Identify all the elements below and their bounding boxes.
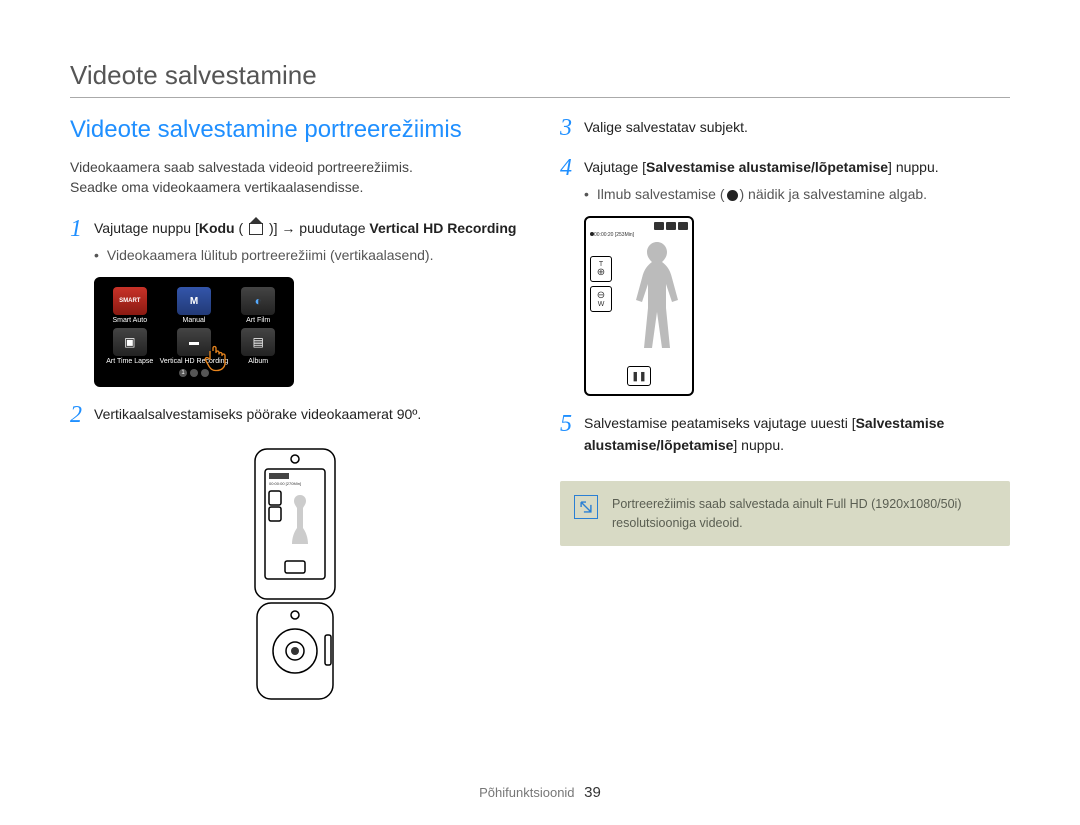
page-indicator: 1 [102, 369, 286, 377]
step4-bold: Salvestamise alustamise/lõpetamise [646, 159, 888, 175]
intro-line-2: Seadke oma videokaamera vertikaalasendis… [70, 179, 363, 195]
step-4: 4 Vajutage [Salvestamise alustamise/lõpe… [560, 156, 1010, 180]
person-silhouette [632, 238, 682, 358]
app-manual: Manual [160, 287, 229, 324]
intro-text: Videokaamera saab salvestada videoid por… [70, 158, 520, 197]
app-album: Album [230, 328, 286, 365]
title-divider [70, 97, 1010, 98]
bullet-icon: • [94, 247, 99, 263]
page-dot-2 [190, 369, 198, 377]
footer-label: Põhifunktsioonid [479, 785, 574, 800]
step-4-bullet: • Ilmub salvestamise ( ) näidik ja salves… [584, 186, 1010, 202]
step1-vhd: Vertical HD Recording [369, 220, 516, 236]
record-dot-icon [727, 190, 738, 201]
top-status-icons [654, 222, 688, 230]
label-smart-auto: Smart Auto [112, 317, 147, 324]
note-icon [574, 495, 598, 519]
step-4-body: Vajutage [Salvestamise alustamise/lõpeta… [584, 156, 1010, 178]
right-column: 3 Valige salvestatav subjekt. 4 Vajutage… [560, 116, 1010, 705]
step1-bullet-text: Videokaamera lülitub portreerežiimi (ver… [107, 247, 434, 263]
page-title: Videote salvestamine [70, 60, 1010, 91]
label-art-film: Art Film [246, 317, 270, 324]
zoom-in-icon: ⊕ [597, 268, 605, 278]
step-number-1: 1 [70, 217, 94, 241]
step-number-4: 4 [560, 156, 584, 180]
zoom-out-icon: ⊖ [597, 291, 605, 301]
arrow-icon: → [281, 220, 295, 236]
step-5-body: Salvestamise peatamiseks vajutage uuesti… [584, 412, 1010, 457]
step-1: 1 Vajutage nuppu [Kodu ( )] → puudutage … [70, 217, 520, 241]
zoom-out-button: ⊖ W [590, 286, 612, 312]
step-1-bullet: • Videokaamera lülitub portreerežiimi (v… [94, 247, 520, 263]
section-title: Videote salvestamine portreerežiimis [70, 116, 520, 144]
svg-text:00:00:00 [270Min]: 00:00:00 [270Min] [269, 481, 301, 486]
app-art-film: Art Film [230, 287, 286, 324]
step-2: 2 Vertikaalsalvestamiseks pöörake videok… [70, 403, 520, 427]
label-manual: Manual [183, 317, 206, 324]
pause-button: ❚❚ [627, 366, 651, 386]
home-screen-illustration: Smart Auto Manual Art Film Art Time Laps… [94, 277, 294, 387]
step5-pre: Salvestamise peatamiseks vajutage uuesti… [584, 415, 856, 431]
step1-after-icon: )] [265, 220, 281, 236]
step1-text-pre: Vajutage nuppu [ [94, 220, 199, 236]
time-label: 00:00:20 [253Min] [594, 232, 634, 238]
step4-post: ] nuppu. [888, 159, 939, 175]
step5-post: ] nuppu. [733, 437, 784, 453]
step-number-2: 2 [70, 403, 94, 427]
step4-bullet-post: ) näidik ja salvestamine algab. [740, 186, 928, 202]
label-album: Album [248, 358, 268, 365]
step-5: 5 Salvestamise peatamiseks vajutage uues… [560, 412, 1010, 457]
zoom-controls: T ⊕ ⊖ W [590, 256, 612, 312]
home-icon [249, 223, 263, 235]
footer-page-number: 39 [584, 784, 601, 801]
camera-illustration: 00:00:00 [270Min] [235, 445, 355, 705]
step-number-3: 3 [560, 116, 584, 140]
zoom-w-label: W [598, 301, 605, 308]
left-column: Videote salvestamine portreerežiimis Vid… [70, 116, 520, 705]
intro-line-1: Videokaamera saab salvestada videoid por… [70, 159, 413, 175]
label-art-time: Art Time Lapse [106, 358, 153, 365]
step4-bullet-pre: Ilmub salvestamise ( [597, 186, 725, 202]
app-art-time: Art Time Lapse [102, 328, 158, 365]
zoom-in-button: T ⊕ [590, 256, 612, 282]
touch-hand-icon [204, 343, 234, 377]
portrait-screen-illustration: 00:00:20 [253Min] T ⊕ ⊖ W ❚❚ [584, 216, 694, 396]
step1-kodu: Kodu [199, 220, 235, 236]
note-text: Portreerežiimis saab salvestada ainult F… [612, 495, 996, 533]
bullet-icon: • [584, 186, 589, 202]
step-2-body: Vertikaalsalvestamiseks pöörake videokaa… [94, 403, 520, 425]
step4-pre: Vajutage [ [584, 159, 646, 175]
note-box: Portreerežiimis saab salvestada ainult F… [560, 481, 1010, 547]
page-dot-1: 1 [179, 369, 187, 377]
step-3: 3 Valige salvestatav subjekt. [560, 116, 1010, 140]
step-number-5: 5 [560, 412, 584, 436]
step1-puudutage: puudutage [295, 220, 369, 236]
step-3-body: Valige salvestatav subjekt. [584, 116, 1010, 138]
footer: Põhifunktsioonid 39 [0, 784, 1080, 801]
app-smart-auto: Smart Auto [102, 287, 158, 324]
step1-mid: ( [235, 220, 247, 236]
step-1-body: Vajutage nuppu [Kodu ( )] → puudutage Ve… [94, 217, 520, 239]
